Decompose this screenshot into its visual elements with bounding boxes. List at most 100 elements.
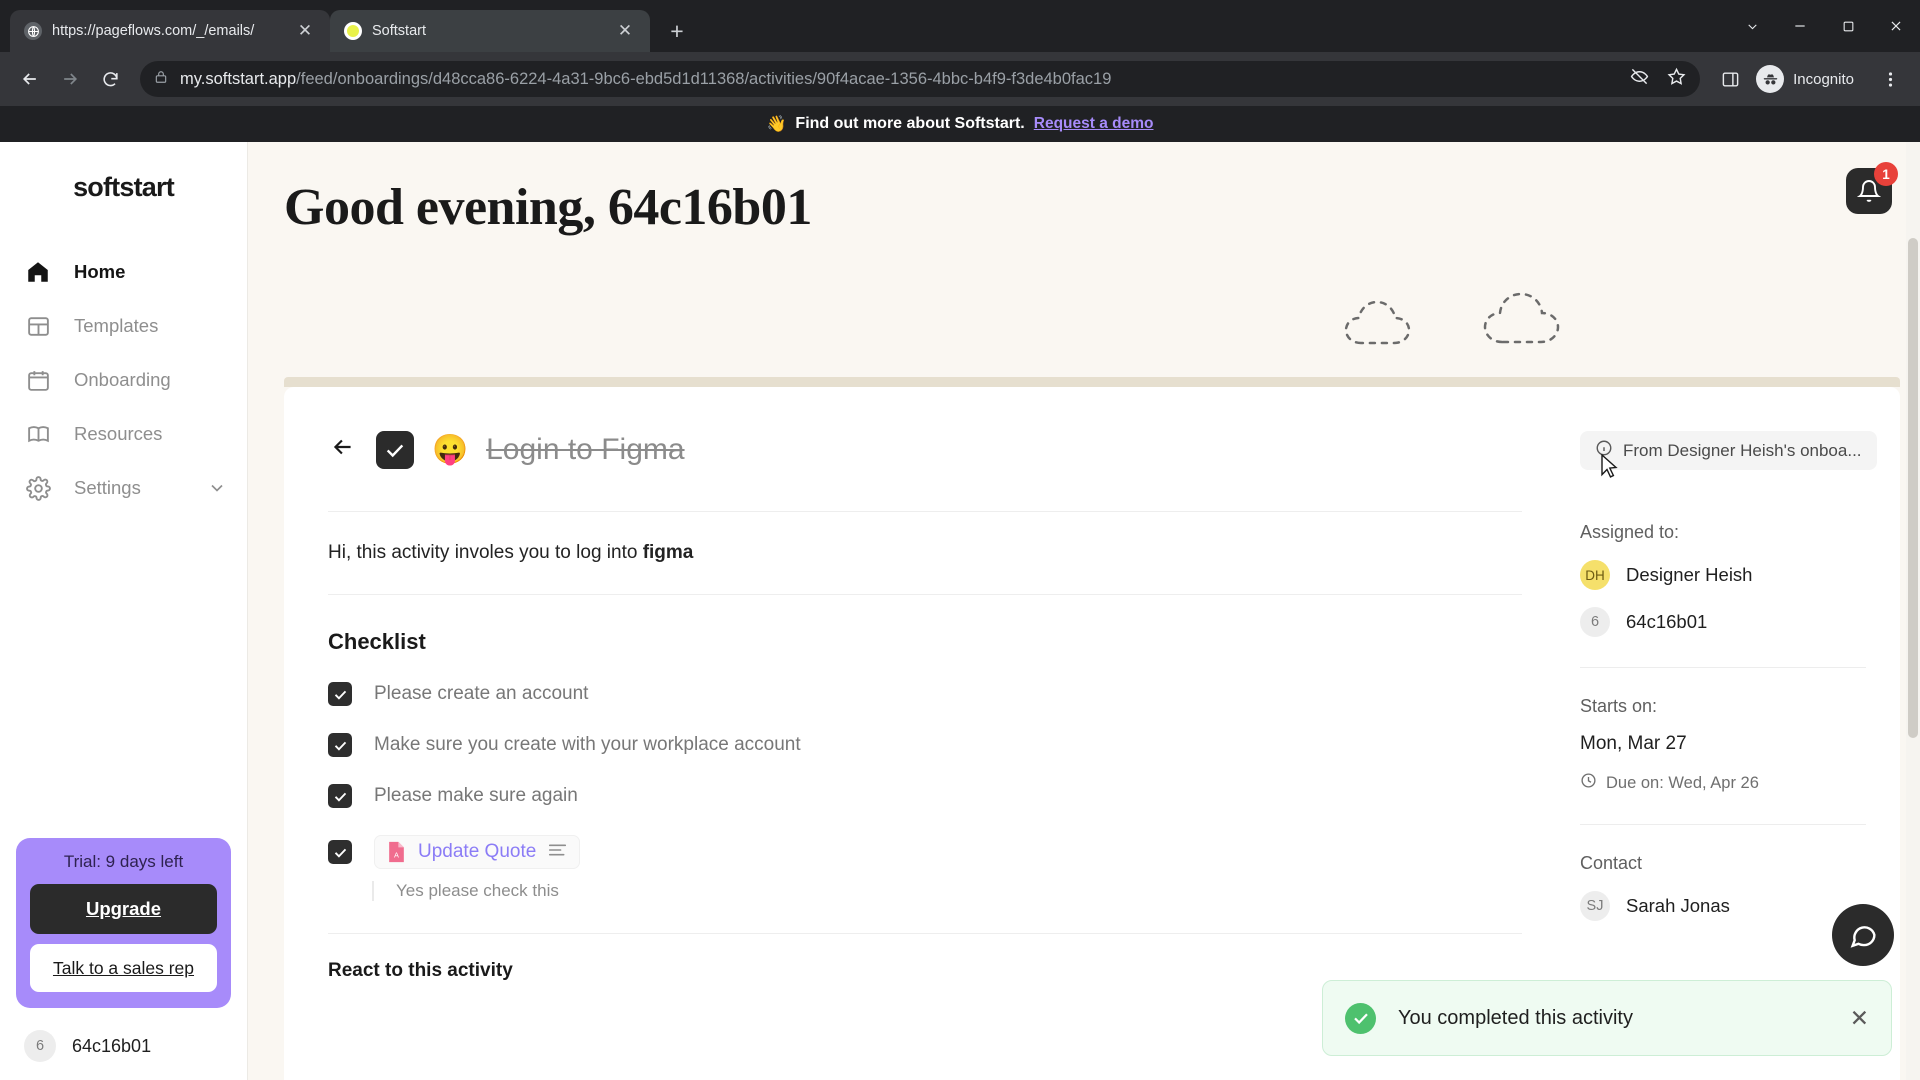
clock-icon	[1580, 772, 1597, 794]
divider	[328, 933, 1522, 934]
sidebar-item-settings[interactable]: Settings	[20, 465, 227, 511]
avatar: 6	[1580, 607, 1610, 637]
sidebar-item-label: Resources	[74, 423, 163, 444]
chevron-down-icon[interactable]	[1728, 0, 1776, 52]
globe-icon	[24, 22, 42, 40]
checklist-item[interactable]: Please create an account	[328, 682, 1522, 706]
tab-strip: https://pageflows.com/_/emails/ ✕ Softst…	[0, 0, 1920, 52]
browser-window: https://pageflows.com/_/emails/ ✕ Softst…	[0, 0, 1920, 1080]
checkbox-checked-icon[interactable]	[328, 840, 352, 864]
sidebar-item-label: Templates	[74, 315, 159, 336]
chat-icon	[1850, 925, 1876, 948]
browser-toolbar: my.softstart.app/feed/onboardings/d48cca…	[0, 52, 1920, 106]
talk-to-sales-button[interactable]: Talk to a sales rep	[30, 944, 217, 992]
new-tab-button[interactable]: +	[660, 14, 694, 48]
chevron-down-icon[interactable]	[207, 478, 227, 498]
browser-tab-pageflows[interactable]: https://pageflows.com/_/emails/ ✕	[10, 10, 330, 52]
promo-text: Find out more about Softstart.	[795, 115, 1025, 132]
tab-title: https://pageflows.com/_/emails/	[52, 23, 255, 39]
upgrade-button[interactable]: Upgrade	[30, 884, 217, 934]
request-demo-link[interactable]: Request a demo	[1034, 115, 1154, 133]
reload-button[interactable]	[92, 61, 128, 97]
page-title: Good evening, 64c16b01	[284, 179, 812, 236]
sidebar-user-name: 64c16b01	[72, 1035, 152, 1056]
checklist-item[interactable]: Please make sure again	[328, 784, 1522, 808]
book-icon	[24, 420, 52, 448]
cloud-small-icon	[1344, 300, 1411, 345]
sidebar: softstart Home Templates Onboarding Reso…	[0, 142, 248, 1080]
arrow-left-icon[interactable]	[328, 434, 358, 466]
gear-icon	[24, 474, 52, 502]
close-window-icon[interactable]	[1872, 0, 1920, 52]
notifications[interactable]: 1	[1846, 162, 1898, 214]
attachment-name: Update Quote	[418, 841, 537, 862]
assigned-to-label: Assigned to:	[1580, 522, 1680, 542]
attachment-chip[interactable]: A Update Quote	[374, 835, 581, 869]
checkbox-checked-icon[interactable]	[328, 682, 352, 706]
browser-menu-button[interactable]	[1872, 61, 1908, 97]
main-content: Good evening, 64c16b01 1 😛 Login to Figm…	[248, 142, 1920, 1080]
card-top-band	[284, 377, 1900, 387]
sidebar-user-row[interactable]: 6 64c16b01	[0, 1008, 247, 1066]
chat-widget-button[interactable]	[1832, 904, 1894, 966]
checklist-item-label: Make sure you create with your workplace…	[374, 734, 801, 755]
sidebar-item-resources[interactable]: Resources	[20, 411, 227, 457]
from-onboarding-chip[interactable]: From Designer Heish's onboa...	[1580, 431, 1877, 470]
sidebar-item-onboarding[interactable]: Onboarding	[20, 357, 227, 403]
toast-notification: You completed this activity ✕	[1322, 980, 1892, 1056]
sidebar-item-label: Onboarding	[74, 369, 171, 390]
checkbox-checked-icon[interactable]	[328, 784, 352, 808]
toast-message: You completed this activity	[1398, 1006, 1633, 1029]
side-panel-button[interactable]	[1712, 61, 1748, 97]
description-text: Hi, this activity involes you to log int…	[328, 542, 643, 563]
home-icon	[24, 258, 52, 286]
back-button[interactable]	[12, 61, 48, 97]
tab-title: Softstart	[372, 23, 426, 39]
page-scrollbar[interactable]	[1906, 142, 1920, 1080]
due-date: Due on: Wed, Apr 26	[1580, 772, 1866, 794]
url-host: my.softstart.app	[180, 69, 297, 88]
checklist-item-label: Please make sure again	[374, 785, 578, 806]
contact-row[interactable]: SJ Sarah Jonas	[1580, 891, 1866, 921]
browser-tab-softstart[interactable]: Softstart ✕	[330, 10, 650, 52]
close-icon[interactable]: ✕	[294, 20, 316, 42]
bookmark-star-icon[interactable]	[1667, 67, 1686, 91]
activity-complete-checkbox[interactable]	[376, 431, 414, 469]
layout-icon	[24, 312, 52, 340]
incognito-profile-button[interactable]: Incognito	[1752, 61, 1868, 97]
checklist-item[interactable]: Make sure you create with your workplace…	[328, 733, 1522, 757]
wave-icon: 👋	[766, 116, 787, 133]
maximize-icon[interactable]	[1824, 0, 1872, 52]
svg-text:A: A	[394, 851, 399, 860]
trial-label: Trial: 9 days left	[63, 852, 184, 871]
divider	[1580, 824, 1866, 825]
sidebar-item-home[interactable]: Home	[20, 249, 227, 295]
minimize-icon[interactable]	[1776, 0, 1824, 52]
tracking-blocked-icon[interactable]	[1630, 67, 1649, 91]
contact-name: Sarah Jonas	[1626, 895, 1730, 916]
trial-card: Trial: 9 days left Upgrade Talk to a sal…	[16, 838, 231, 1008]
starts-on-value: Mon, Mar 27	[1580, 733, 1687, 754]
lines-icon[interactable]	[548, 843, 567, 862]
page-content: 👋 Find out more about Softstart. Request…	[0, 106, 1920, 1080]
assignee-row[interactable]: 6 64c16b01	[1580, 607, 1866, 637]
promo-banner: 👋 Find out more about Softstart. Request…	[0, 106, 1920, 142]
softstart-icon	[344, 22, 362, 40]
cloud-large-icon	[1483, 292, 1560, 344]
app-logo[interactable]: softstart	[0, 142, 247, 203]
close-icon[interactable]: ✕	[1850, 1005, 1869, 1032]
notification-badge: 1	[1874, 162, 1898, 186]
assignee-row[interactable]: DH Designer Heish	[1580, 560, 1866, 590]
pdf-icon: A	[387, 841, 406, 863]
assignee-name: Designer Heish	[1626, 564, 1753, 585]
checkbox-checked-icon[interactable]	[328, 733, 352, 757]
address-bar[interactable]: my.softstart.app/feed/onboardings/d48cca…	[140, 61, 1701, 97]
avatar: 6	[24, 1030, 56, 1062]
forward-button[interactable]	[52, 61, 88, 97]
scrollbar-thumb[interactable]	[1908, 238, 1918, 738]
activity-main: 😛 Login to Figma Hi, this activity invol…	[284, 387, 1570, 1080]
checklist-item-attachment[interactable]: A Update Quote	[328, 835, 1522, 869]
close-icon[interactable]: ✕	[614, 20, 636, 42]
url-text: my.softstart.app/feed/onboardings/d48cca…	[180, 70, 1618, 89]
sidebar-item-templates[interactable]: Templates	[20, 303, 227, 349]
